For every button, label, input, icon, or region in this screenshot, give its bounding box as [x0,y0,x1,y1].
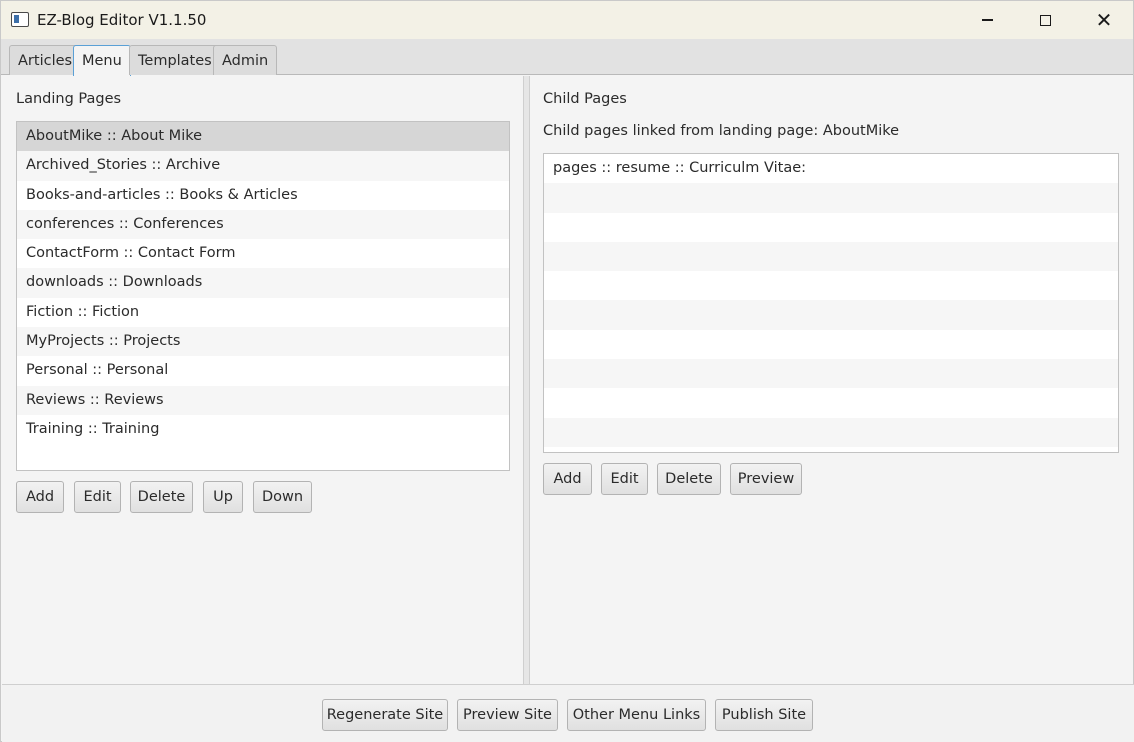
tab-admin[interactable]: Admin [213,45,278,75]
list-item[interactable]: Personal :: Personal [17,356,509,386]
list-item[interactable]: AboutMike :: About Mike [17,122,509,152]
landing-delete-button[interactable]: Delete [130,481,193,513]
list-item[interactable]: ContactForm :: Contact Form [17,239,509,269]
maximize-button[interactable] [1022,1,1068,39]
list-item-empty [544,417,1118,447]
window-title: EZ-Blog Editor V1.1.50 [37,11,207,29]
landing-pages-heading: Landing Pages [16,91,122,107]
landing-add-button[interactable]: Add [16,481,64,513]
child-edit-button[interactable]: Edit [601,463,648,495]
title-bar: EZ-Blog Editor V1.1.50 ✕ [1,1,1133,39]
child-preview-button[interactable]: Preview [730,463,802,495]
preview-site-button[interactable]: Preview Site [457,699,558,731]
list-item-empty [544,359,1118,389]
list-item[interactable]: pages :: resume :: Curriculm Vitae: [544,154,1118,184]
list-item[interactable]: Archived_Stories :: Archive [17,151,509,181]
landing-up-button[interactable]: Up [203,481,243,513]
list-item[interactable]: conferences :: Conferences [17,209,509,240]
landing-edit-button[interactable]: Edit [74,481,121,513]
child-pages-panel: Child Pages Child pages linked from land… [530,76,1134,684]
minimize-button[interactable] [964,1,1010,39]
bottom-toolbar: Regenerate Site Preview Site Other Menu … [2,684,1134,742]
maximize-icon [1039,14,1051,26]
publish-site-button[interactable]: Publish Site [715,699,813,731]
list-item[interactable]: Fiction :: Fiction [17,297,509,328]
app-window: EZ-Blog Editor V1.1.50 ✕ Articles Menu T… [0,0,1134,742]
close-icon: ✕ [1095,8,1113,32]
child-pages-list[interactable]: pages :: resume :: Curriculm Vitae: [543,153,1119,453]
split-pane-divider[interactable] [523,76,530,684]
list-item-empty [544,388,1118,418]
minimize-icon [981,19,993,21]
regenerate-site-button[interactable]: Regenerate Site [322,699,448,731]
tab-bar: Articles Menu Templates Admin [1,39,1133,76]
landing-down-button[interactable]: Down [253,481,312,513]
child-add-button[interactable]: Add [543,463,592,495]
list-item-empty [544,241,1118,272]
list-item-empty [544,212,1118,242]
close-button[interactable]: ✕ [1081,1,1127,39]
landing-pages-list[interactable]: AboutMike :: About Mike Archived_Stories… [16,121,510,471]
tab-articles[interactable]: Articles [9,45,82,75]
list-item[interactable]: MyProjects :: Projects [17,327,509,357]
list-item[interactable]: Training :: Training [17,414,509,445]
list-item-empty [544,300,1118,330]
other-menu-links-button[interactable]: Other Menu Links [567,699,706,731]
list-item[interactable]: Reviews :: Reviews [17,385,509,415]
list-item-empty [544,271,1118,301]
list-item[interactable]: Books-and-articles :: Books & Articles [17,180,509,210]
child-delete-button[interactable]: Delete [657,463,721,495]
list-item[interactable]: downloads :: Downloads [17,268,509,298]
list-item-empty [544,329,1118,360]
app-icon [11,12,29,27]
child-pages-caption: Child pages linked from landing page: Ab… [543,123,900,139]
child-pages-heading: Child Pages [543,91,627,107]
list-item-empty [544,183,1118,213]
tab-templates[interactable]: Templates [129,45,221,75]
landing-pages-panel: Landing Pages AboutMike :: About Mike Ar… [2,76,523,684]
tab-menu[interactable]: Menu [73,45,131,76]
